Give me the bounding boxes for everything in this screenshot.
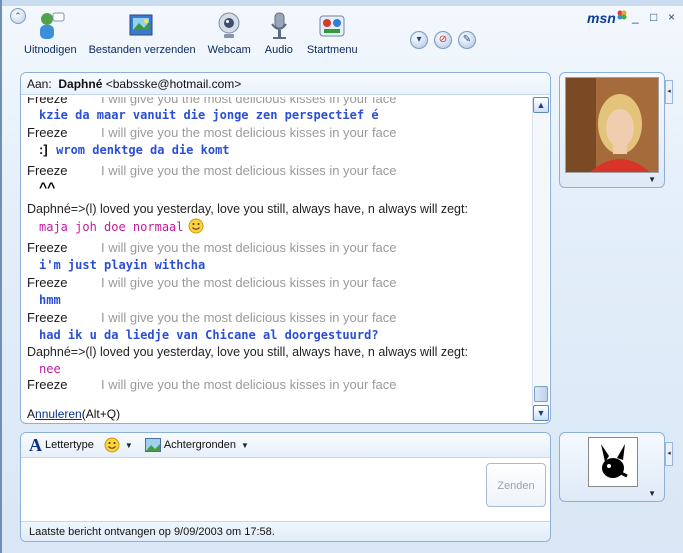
collapse-tab[interactable]: ◂ bbox=[665, 442, 673, 466]
sender-line: Freeze I will give you the most delicious… bbox=[27, 310, 397, 325]
sender-line: Freeze I will give you the most delicious… bbox=[27, 163, 397, 178]
message-input[interactable] bbox=[25, 461, 475, 517]
invite-label: Uitnodigen bbox=[24, 44, 77, 56]
chevron-down-icon: ▼ bbox=[241, 440, 249, 450]
invite-icon bbox=[34, 10, 66, 42]
backgrounds-button[interactable]: Achtergronden ▼ bbox=[144, 438, 249, 452]
smiley-icon bbox=[188, 218, 204, 234]
to-label: Aan: bbox=[27, 77, 52, 91]
message-log: Freeze I will give you the most delicious… bbox=[27, 97, 527, 397]
picture-icon bbox=[144, 438, 161, 452]
butterfly-icon bbox=[617, 10, 627, 20]
scroll-down-icon[interactable]: ▼ bbox=[533, 405, 549, 421]
msn-logo-text: msn bbox=[587, 10, 616, 26]
audio-label: Audio bbox=[264, 44, 293, 56]
message-row: :] wrom denktge da die komt bbox=[39, 141, 230, 159]
format-toolbar: A Lettertype ▼ Achtergronden ▼ bbox=[21, 433, 550, 458]
main-toolbar: Uitnodigen Bestanden verzenden Webcam Au… bbox=[24, 10, 370, 60]
cancel-transfer: Annuleren(Alt+Q) bbox=[27, 407, 121, 421]
games-icon bbox=[316, 10, 348, 42]
chevron-down-icon[interactable]: ▼ bbox=[648, 175, 656, 184]
title-strip bbox=[2, 0, 683, 6]
emoticon-icon: :] bbox=[39, 142, 48, 157]
message-text: wrom denktge da die komt bbox=[56, 143, 230, 157]
chevron-down-icon[interactable]: ▼ bbox=[648, 489, 656, 498]
contact-email: <babsske@hotmail.com> bbox=[105, 77, 242, 91]
sender-line: Freeze I will give you the most delicious… bbox=[27, 377, 397, 392]
send-files-label: Bestanden verzenden bbox=[88, 44, 196, 56]
own-picture-panel[interactable]: ▼ bbox=[559, 432, 665, 502]
chevron-down-icon: ▼ bbox=[124, 440, 133, 450]
status-bar: Laatste bericht ontvangen op 9/09/2003 o… bbox=[21, 521, 550, 541]
sender-line: Freeze I will give you the most delicious… bbox=[27, 97, 397, 106]
contact-picture-panel[interactable]: ▼ bbox=[559, 72, 665, 188]
font-label: Lettertype bbox=[45, 439, 94, 451]
message-row: maja joh doe normaal bbox=[27, 218, 204, 236]
scroll-up-icon[interactable]: ▲ bbox=[533, 97, 549, 113]
sender-line: Freeze I will give you the most delicious… bbox=[27, 275, 397, 290]
daphne-header: Daphné=>(l) loved you yesterday, love yo… bbox=[27, 345, 468, 359]
cancel-link[interactable]: nnuleren bbox=[35, 407, 82, 421]
font-icon: A bbox=[29, 434, 42, 455]
pen-icon[interactable]: ✎ bbox=[458, 31, 476, 49]
smiley-icon bbox=[104, 437, 120, 453]
message-text: had ik u da liedje van Chicane al doorge… bbox=[39, 328, 379, 342]
webcam-label: Webcam bbox=[207, 44, 251, 56]
message-text: hmm bbox=[39, 293, 61, 307]
msn-logo: msn bbox=[587, 10, 627, 26]
webcam-button[interactable]: Webcam bbox=[208, 10, 251, 60]
chevron-down-icon[interactable]: ▾ bbox=[410, 31, 428, 49]
daphne-header: Daphné=>(l) loved you yesterday, love yo… bbox=[27, 202, 468, 216]
font-button[interactable]: A Lettertype bbox=[29, 435, 94, 456]
conversation-panel: Aan: Daphné <babsske@hotmail.com> Freeze… bbox=[20, 72, 551, 424]
scroll-thumb[interactable] bbox=[534, 386, 548, 402]
maximize-button[interactable]: □ bbox=[650, 10, 657, 24]
compose-panel: A Lettertype ▼ Achtergronden ▼ Zenden La… bbox=[20, 432, 551, 542]
send-files-icon bbox=[126, 10, 158, 42]
startmenu-label: Startmenu bbox=[306, 44, 358, 56]
send-button[interactable]: Zenden bbox=[486, 463, 546, 507]
emoticon-button[interactable]: ▼ bbox=[104, 437, 133, 453]
startmenu-button[interactable]: Startmenu bbox=[307, 10, 358, 60]
webcam-icon bbox=[213, 10, 245, 42]
quick-buttons: ▾ ⊘ ✎ bbox=[410, 31, 482, 49]
to-bar: Aan: Daphné <babsske@hotmail.com> bbox=[21, 73, 550, 95]
playboy-bunny-icon bbox=[588, 437, 638, 487]
sender-line: Freeze I will give you the most delicious… bbox=[27, 240, 397, 255]
minimize-button[interactable]: _ bbox=[632, 10, 639, 24]
invite-button[interactable]: Uitnodigen bbox=[24, 10, 77, 60]
microphone-icon bbox=[263, 10, 295, 42]
send-files-button[interactable]: Bestanden verzenden bbox=[89, 10, 196, 60]
message-scrollbar[interactable]: ▲ ▼ bbox=[532, 97, 549, 421]
close-button[interactable]: × bbox=[668, 10, 675, 24]
block-icon[interactable]: ⊘ bbox=[434, 31, 452, 49]
emoticon-icon: ^^ bbox=[39, 179, 56, 195]
sender-line: Freeze I will give you the most delicious… bbox=[27, 125, 397, 140]
collapse-tab[interactable]: ◂ bbox=[665, 80, 673, 104]
contact-name: Daphné bbox=[58, 77, 103, 91]
message-text: maja joh doe normaal bbox=[39, 220, 184, 234]
backgrounds-label: Achtergronden bbox=[163, 439, 237, 451]
contact-photo bbox=[565, 77, 659, 173]
message-text: nee bbox=[39, 362, 61, 376]
message-text: kzie da maar vanuit die jonge zen perspe… bbox=[39, 108, 379, 122]
message-text: i'm just playin withcha bbox=[39, 258, 206, 272]
msn-conversation-window: ⌃ Uitnodigen Bestanden verzenden Webcam … bbox=[0, 0, 683, 553]
audio-button[interactable]: Audio bbox=[263, 10, 295, 60]
